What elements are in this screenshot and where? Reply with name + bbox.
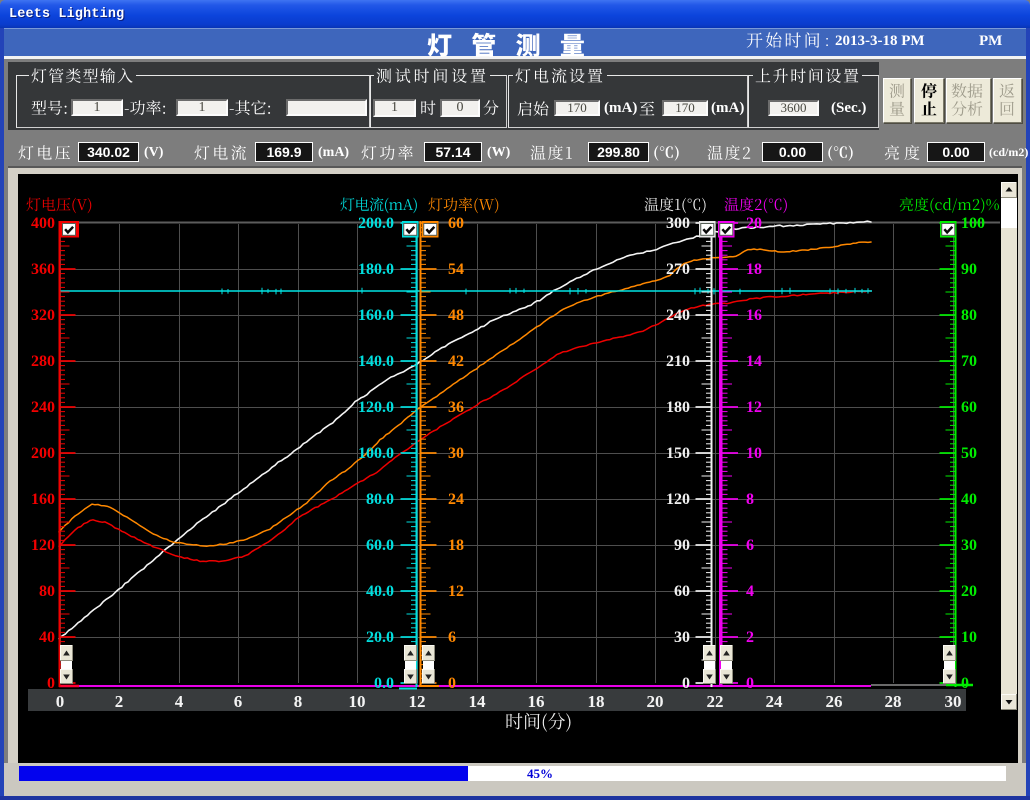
svg-text:160: 160: [31, 491, 55, 508]
svg-text:26: 26: [826, 692, 843, 711]
svg-text:60.0: 60.0: [366, 537, 394, 554]
svg-text:360: 360: [31, 261, 55, 278]
svg-text:2: 2: [115, 692, 124, 711]
svg-text:0: 0: [746, 675, 754, 692]
svg-text:0.0: 0.0: [374, 675, 394, 692]
svg-text:120: 120: [31, 537, 55, 554]
svg-text:54: 54: [448, 261, 464, 278]
svg-text:20: 20: [647, 692, 664, 711]
svg-text:280: 280: [31, 353, 55, 370]
svg-text:60: 60: [448, 215, 464, 232]
svg-text:24: 24: [448, 491, 464, 508]
svg-text:150: 150: [666, 445, 690, 462]
svg-text:30: 30: [945, 692, 962, 711]
svg-text:8: 8: [746, 491, 754, 508]
svg-text:400: 400: [31, 215, 55, 232]
svg-text:10: 10: [349, 692, 366, 711]
svg-text:18: 18: [588, 692, 605, 711]
svg-text:30: 30: [674, 629, 690, 646]
svg-text:18: 18: [746, 261, 762, 278]
svg-text:42: 42: [448, 353, 464, 370]
svg-text:60: 60: [674, 583, 690, 600]
svg-text:0: 0: [961, 675, 969, 692]
svg-text:12: 12: [448, 583, 464, 600]
svg-text:18: 18: [448, 537, 464, 554]
svg-text:140.0: 140.0: [358, 353, 394, 370]
svg-text:80: 80: [39, 583, 55, 600]
svg-text:50: 50: [961, 445, 977, 462]
svg-text:180.0: 180.0: [358, 261, 394, 278]
svg-text:70: 70: [961, 353, 977, 370]
svg-text:4: 4: [175, 692, 184, 711]
svg-text:240: 240: [666, 307, 690, 324]
svg-text:28: 28: [885, 692, 902, 711]
svg-text:200.0: 200.0: [358, 215, 394, 232]
svg-text:40: 40: [39, 629, 55, 646]
svg-text:100.0: 100.0: [358, 445, 394, 462]
svg-text:36: 36: [448, 399, 464, 416]
svg-text:6: 6: [746, 537, 754, 554]
svg-text:30: 30: [961, 537, 977, 554]
svg-text:40.0: 40.0: [366, 583, 394, 600]
svg-text:0: 0: [448, 675, 456, 692]
svg-text:210: 210: [666, 353, 690, 370]
svg-text:12: 12: [409, 692, 426, 711]
svg-text:80.0: 80.0: [366, 491, 394, 508]
svg-text:120.0: 120.0: [358, 399, 394, 416]
svg-text:6: 6: [448, 629, 456, 646]
svg-text:300: 300: [666, 215, 690, 232]
svg-text:180: 180: [666, 399, 690, 416]
svg-text:90: 90: [961, 261, 977, 278]
svg-text:90: 90: [674, 537, 690, 554]
svg-text:16: 16: [746, 307, 762, 324]
svg-text:22: 22: [707, 692, 724, 711]
svg-text:120: 120: [666, 491, 690, 508]
svg-text:16: 16: [528, 692, 545, 711]
svg-text:20: 20: [746, 215, 762, 232]
svg-text:20.0: 20.0: [366, 629, 394, 646]
svg-text:100: 100: [961, 215, 985, 232]
svg-text:40: 40: [961, 491, 977, 508]
svg-text:10: 10: [746, 445, 762, 462]
svg-text:200: 200: [31, 445, 55, 462]
svg-text:14: 14: [469, 692, 487, 711]
svg-text:8: 8: [294, 692, 303, 711]
svg-text:10: 10: [961, 629, 977, 646]
svg-text:320: 320: [31, 307, 55, 324]
svg-text:240: 240: [31, 399, 55, 416]
svg-text:60: 60: [961, 399, 977, 416]
svg-text:14: 14: [746, 353, 762, 370]
svg-text:0: 0: [47, 675, 55, 692]
svg-text:6: 6: [234, 692, 243, 711]
svg-text:24: 24: [766, 692, 784, 711]
svg-text:12: 12: [746, 399, 762, 416]
svg-text:160.0: 160.0: [358, 307, 394, 324]
svg-text:0: 0: [682, 675, 690, 692]
svg-text:270: 270: [666, 261, 690, 278]
svg-text:30: 30: [448, 445, 464, 462]
svg-text:48: 48: [448, 307, 464, 324]
svg-text:80: 80: [961, 307, 977, 324]
svg-text:20: 20: [961, 583, 977, 600]
svg-text:0: 0: [56, 692, 65, 711]
svg-text:2: 2: [746, 629, 754, 646]
svg-text:4: 4: [746, 583, 754, 600]
